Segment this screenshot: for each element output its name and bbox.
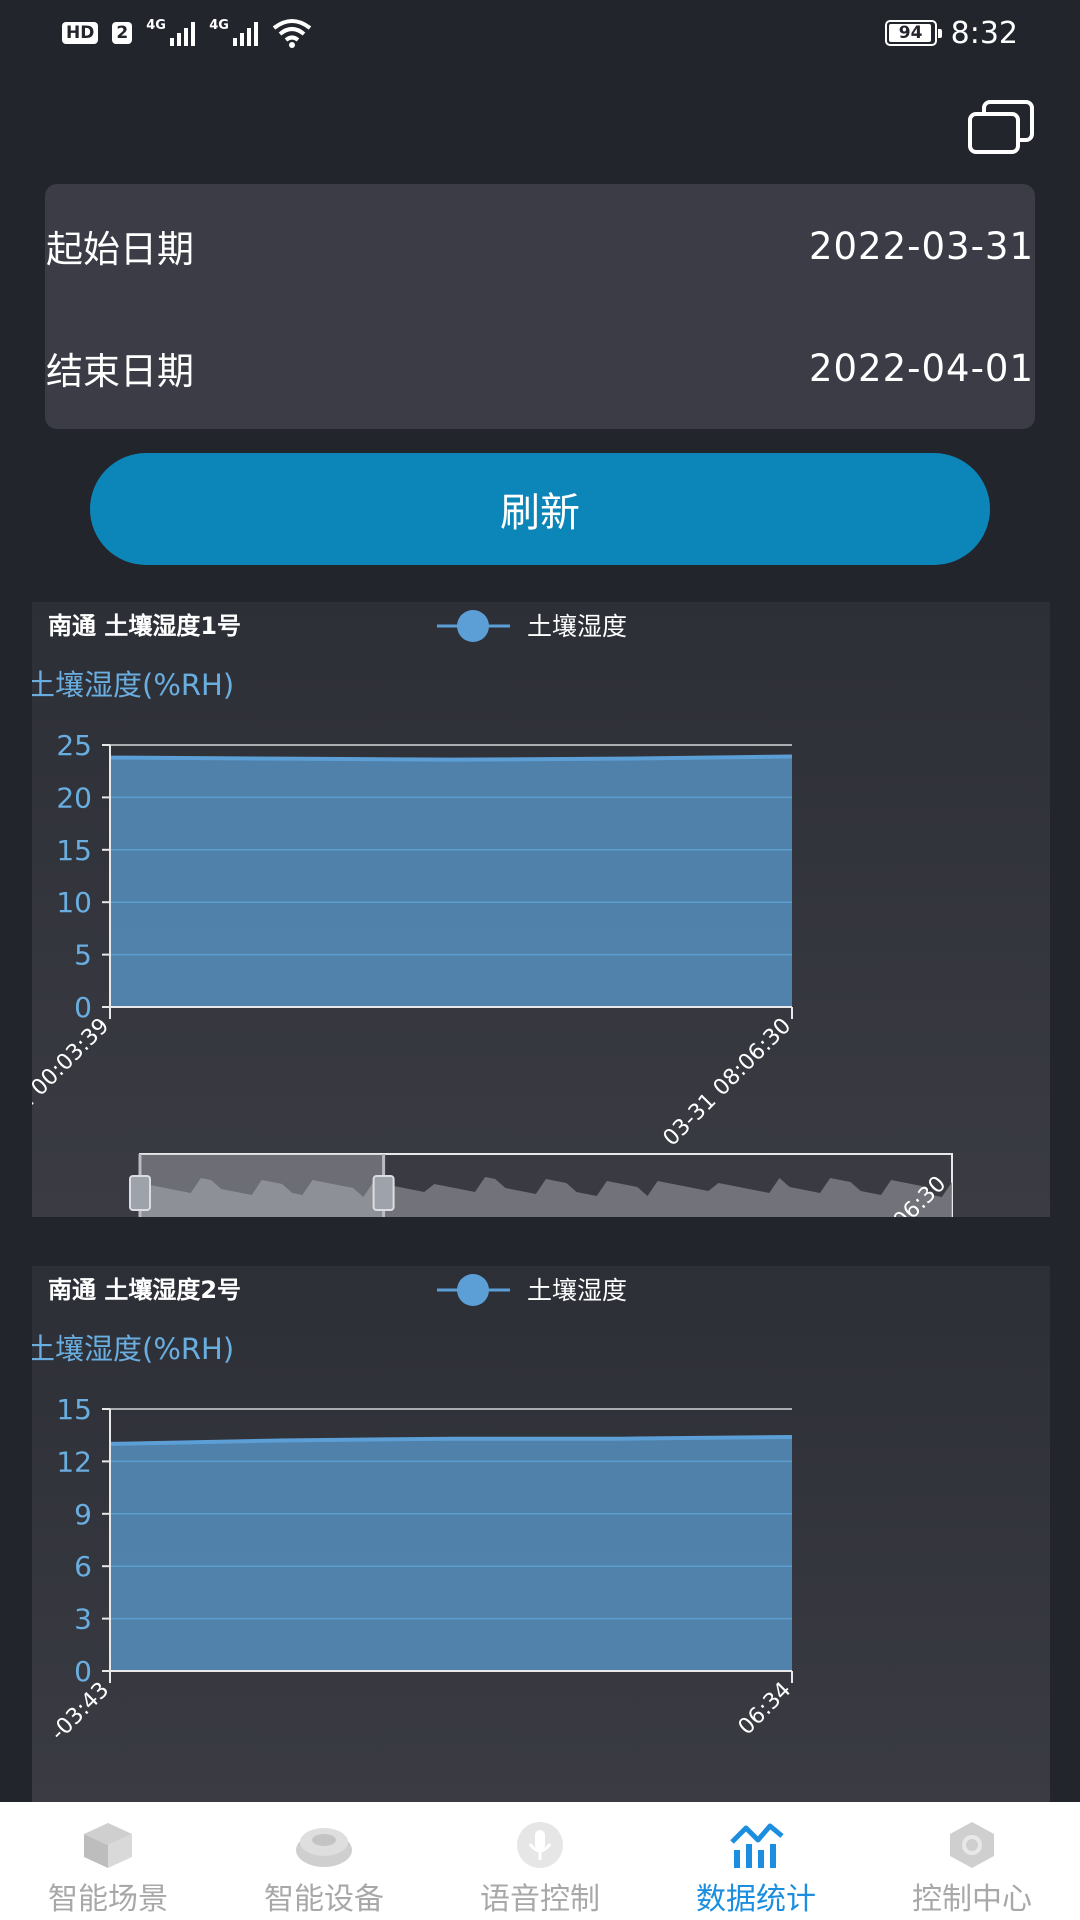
x-tick-label: -31 00:03:39 bbox=[32, 1014, 114, 1132]
copy-icon[interactable] bbox=[966, 98, 1036, 158]
nav-label: 控制中心 bbox=[912, 1882, 1032, 1917]
y-tick-label: 5 bbox=[74, 939, 92, 972]
start-date-value[interactable]: 2022-03-31 bbox=[809, 225, 1034, 268]
bottom-nav: 智能场景 智能设备 语音控制 数据统计 控制中心 bbox=[0, 1802, 1080, 1920]
start-date-row[interactable]: 起始日期 2022-03-31 bbox=[46, 216, 1034, 276]
zoom-slider[interactable]: 03-31 08:06:30 bbox=[129, 1153, 953, 1217]
y-tick-label: 15 bbox=[56, 834, 92, 867]
y-tick-label: 6 bbox=[74, 1550, 92, 1583]
nav-label: 智能设备 bbox=[264, 1882, 384, 1917]
series-line bbox=[109, 754, 793, 762]
signal-type-label: 4G bbox=[209, 18, 229, 33]
y-tick-label: 12 bbox=[56, 1445, 92, 1478]
y-axis-label: 土壤湿度(%RH) bbox=[32, 1332, 234, 1366]
y-tick-label: 3 bbox=[74, 1603, 92, 1636]
series-area bbox=[110, 1436, 792, 1671]
refresh-button[interactable]: 刷新 bbox=[90, 453, 990, 565]
chart-title: 南通 土壤湿度1号 bbox=[48, 612, 241, 640]
y-tick-label: 0 bbox=[74, 991, 92, 1024]
end-date-row[interactable]: 结束日期 2022-04-01 bbox=[46, 338, 1034, 398]
status-right: 94 8:32 bbox=[884, 15, 1018, 51]
legend-label: 土壤湿度 bbox=[527, 612, 627, 641]
status-left: HD 2 4G 4G bbox=[62, 18, 312, 48]
cellular-signal-icon: 4G bbox=[146, 18, 196, 46]
cube-icon bbox=[84, 1823, 132, 1868]
y-tick-label: 25 bbox=[56, 729, 92, 762]
hd-badge: HD bbox=[62, 22, 99, 44]
hexagon-icon bbox=[950, 1822, 994, 1868]
legend-marker bbox=[457, 610, 489, 642]
nav-item-voice-control[interactable]: 语音控制 bbox=[432, 1802, 648, 1920]
y-tick-label: 15 bbox=[56, 1393, 92, 1426]
cellular-signal-icon: 4G bbox=[209, 18, 259, 46]
legend-label: 土壤湿度 bbox=[527, 1276, 627, 1305]
y-tick-label: 10 bbox=[56, 886, 92, 919]
nav-label: 语音控制 bbox=[480, 1882, 600, 1917]
legend-marker bbox=[457, 1274, 489, 1306]
battery-icon: 94 bbox=[884, 20, 942, 46]
end-date-value[interactable]: 2022-04-01 bbox=[809, 347, 1034, 390]
nav-item-data-stats[interactable]: 数据统计 bbox=[648, 1802, 864, 1920]
battery-level: 94 bbox=[898, 23, 923, 43]
chart-icon bbox=[730, 1823, 784, 1868]
nav-label: 智能场景 bbox=[48, 1882, 168, 1917]
zoom-slider-handle[interactable] bbox=[129, 1175, 151, 1211]
end-date-label: 结束日期 bbox=[46, 350, 194, 393]
x-tick-label: 06:34 bbox=[734, 1678, 797, 1741]
device-icon bbox=[296, 1828, 352, 1867]
series-area bbox=[110, 756, 792, 1007]
nav-item-smart-scene[interactable]: 智能场景 bbox=[0, 1802, 216, 1920]
microphone-icon bbox=[517, 1822, 563, 1868]
y-axis-label: 土壤湿度(%RH) bbox=[32, 668, 234, 702]
clock: 8:32 bbox=[950, 15, 1018, 51]
nav-item-smart-device[interactable]: 智能设备 bbox=[216, 1802, 432, 1920]
y-tick-label: 9 bbox=[74, 1498, 92, 1531]
zoom-slider-window bbox=[140, 1154, 384, 1217]
wifi-icon bbox=[272, 19, 312, 48]
chart-card-soil-1: 南通 土壤湿度1号 土壤湿度土壤湿度(%RH) 0 5 10 15 20 25 -31 00:0… bbox=[32, 602, 1050, 1217]
x-tick-label: 03-31 08:06:30 bbox=[659, 1014, 797, 1152]
nav-item-control-center[interactable]: 控制中心 bbox=[864, 1802, 1080, 1920]
start-date-label: 起始日期 bbox=[46, 228, 194, 271]
status-bar: HD 2 4G 4G 94 8:32 bbox=[0, 0, 1080, 66]
chart-1[interactable]: 南通 土壤湿度1号 土壤湿度土壤湿度(%RH) 0 5 10 15 20 25 -31 00:0… bbox=[32, 602, 1050, 1217]
nav-label: 数据统计 bbox=[696, 1882, 816, 1917]
chart-title: 南通 土壤湿度2号 bbox=[48, 1276, 241, 1304]
signal-type-label: 4G bbox=[146, 18, 166, 33]
y-tick-label: 20 bbox=[56, 781, 92, 814]
y-tick-label: 0 bbox=[74, 1655, 92, 1688]
chart-2[interactable]: 南通 土壤湿度2号 土壤湿度土壤湿度(%RH)03691215-03:43 06:3… bbox=[32, 1266, 1050, 1806]
chart-card-soil-2: 南通 土壤湿度2号 土壤湿度 土壤湿度(%RH) 0 3 6 9 12 15 -03:43 06:3… bbox=[32, 1266, 1050, 1806]
sim-badge: 2 bbox=[112, 22, 133, 44]
zoom-slider-handle[interactable] bbox=[372, 1175, 395, 1211]
